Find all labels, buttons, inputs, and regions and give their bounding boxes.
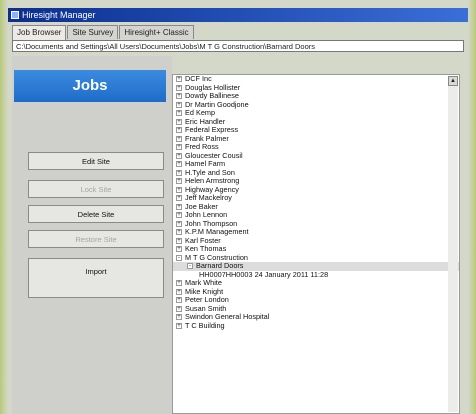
expand-icon[interactable]: + xyxy=(176,246,182,253)
expand-icon[interactable]: + xyxy=(176,178,182,185)
expand-icon[interactable]: + xyxy=(176,212,182,219)
expand-icon[interactable]: + xyxy=(176,280,182,287)
expand-icon[interactable]: + xyxy=(176,203,182,210)
expand-icon[interactable]: + xyxy=(176,322,182,329)
expand-icon[interactable]: + xyxy=(176,76,182,83)
tree-item-label: T C Building xyxy=(185,320,225,330)
scroll-up-arrow-icon[interactable]: ▲ xyxy=(448,76,458,86)
tab-site-survey[interactable]: Site Survey xyxy=(67,25,119,39)
tree-scrollbar[interactable]: ▲ xyxy=(448,76,458,412)
expand-icon[interactable]: + xyxy=(176,127,182,134)
edit-site-button[interactable]: Edit Site xyxy=(28,152,164,170)
expand-icon[interactable]: + xyxy=(176,195,182,202)
collapse-icon[interactable]: - xyxy=(176,254,182,261)
tab-strip: Job Browser Site Survey Hiresight+ Class… xyxy=(12,25,195,40)
expand-icon[interactable]: + xyxy=(176,110,182,117)
import-button[interactable]: Import xyxy=(28,258,164,298)
path-field[interactable]: C:\Documents and Settings\All Users\Docu… xyxy=(12,40,464,52)
expand-icon[interactable]: + xyxy=(176,84,182,91)
expand-icon[interactable]: + xyxy=(176,186,182,193)
app-icon xyxy=(11,11,19,19)
expand-icon[interactable]: + xyxy=(176,314,182,321)
lock-site-button[interactable]: Lock Site xyxy=(28,180,164,198)
expand-icon[interactable]: + xyxy=(176,101,182,108)
tree-list: + DCF Inc + Douglas Hollister + Dowdy Balline… xyxy=(173,75,459,330)
expand-icon[interactable]: + xyxy=(176,118,182,125)
expand-icon[interactable]: + xyxy=(176,152,182,159)
expand-icon[interactable]: + xyxy=(176,144,182,151)
expand-icon[interactable]: + xyxy=(176,288,182,295)
expand-icon[interactable]: + xyxy=(176,93,182,100)
expand-icon[interactable]: + xyxy=(176,161,182,168)
tree-item[interactable]: + Dr Martin Goodjone xyxy=(173,100,459,110)
expand-icon[interactable]: + xyxy=(176,135,182,142)
expand-icon[interactable]: + xyxy=(176,237,182,244)
expand-icon[interactable]: + xyxy=(176,169,182,176)
expand-icon[interactable]: + xyxy=(176,220,182,227)
expand-icon[interactable]: + xyxy=(176,305,182,312)
tab-job-browser[interactable]: Job Browser xyxy=(12,25,67,40)
expand-icon[interactable]: + xyxy=(176,229,182,236)
job-tree[interactable]: + DCF Inc + Douglas Hollister + Dowdy Balline… xyxy=(172,74,460,414)
tree-item[interactable]: + T C Building xyxy=(173,320,459,331)
collapse-icon[interactable]: - xyxy=(187,263,193,270)
expand-icon[interactable]: + xyxy=(176,297,182,304)
window-title-bar: Hiresight Manager xyxy=(8,8,468,22)
window-title: Hiresight Manager xyxy=(22,10,96,20)
delete-site-button[interactable]: Delete Site xyxy=(28,205,164,223)
tab-hiresight-classic[interactable]: Hiresight+ Classic xyxy=(119,25,194,39)
restore-site-button[interactable]: Restore Site xyxy=(28,230,164,248)
jobs-header: Jobs xyxy=(14,70,166,102)
